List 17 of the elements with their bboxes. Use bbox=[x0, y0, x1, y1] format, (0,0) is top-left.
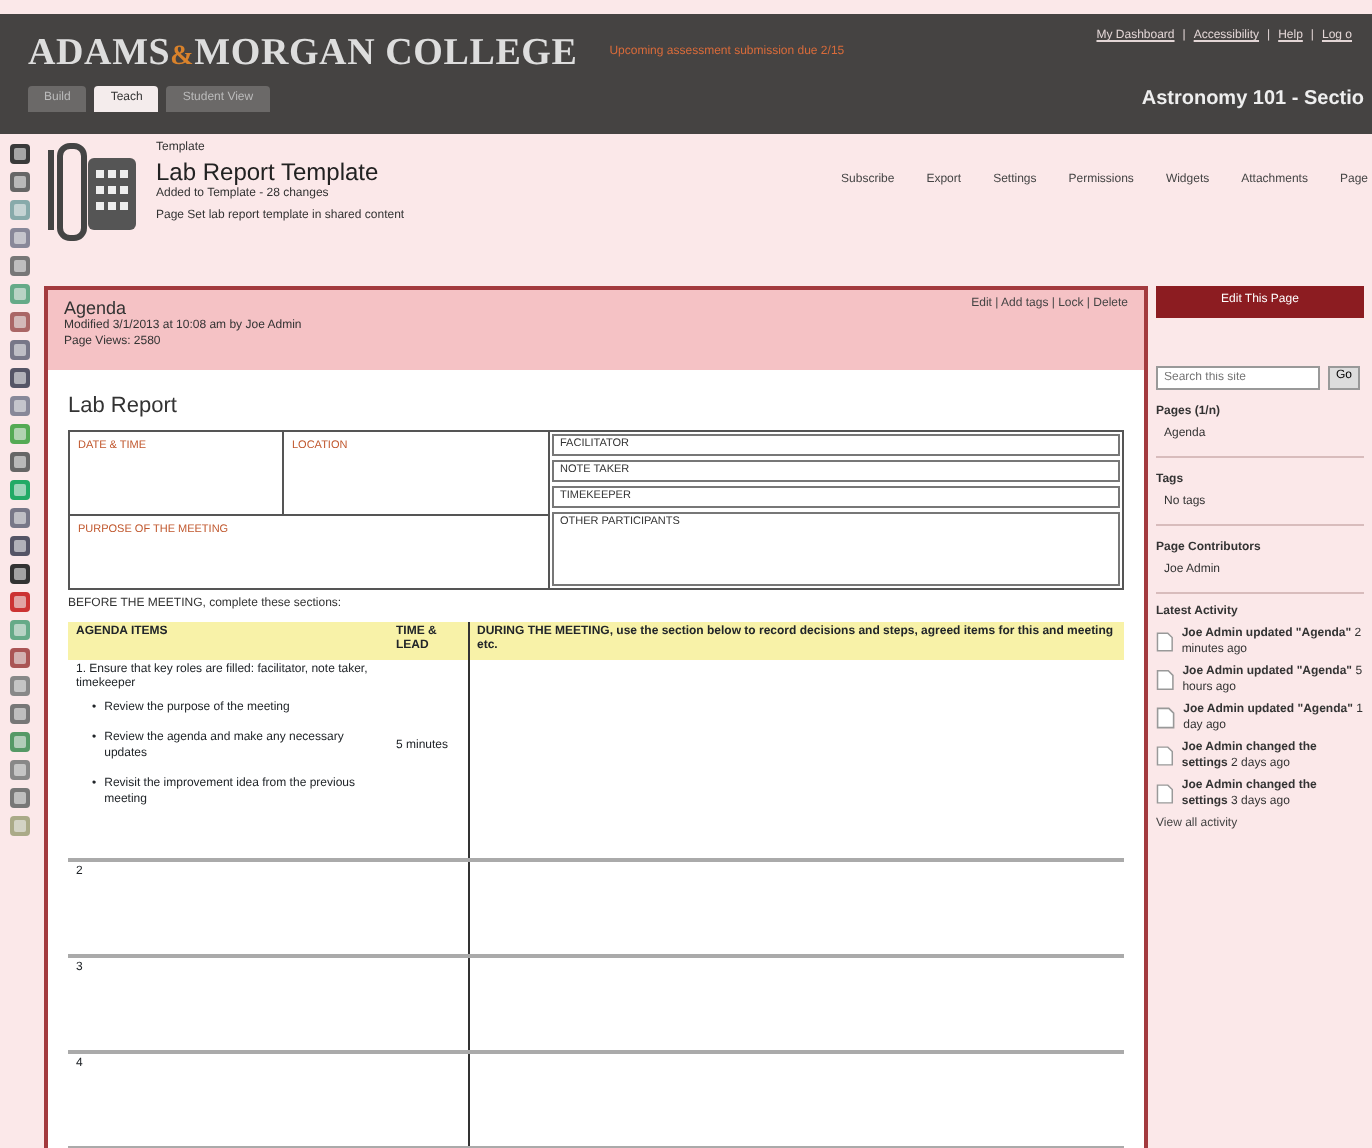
document-icon bbox=[1156, 628, 1174, 656]
toolbar-icon[interactable] bbox=[8, 142, 32, 166]
document-icon bbox=[1156, 666, 1175, 694]
document-icon bbox=[1156, 780, 1174, 808]
page-title: Lab Report Template bbox=[156, 157, 381, 187]
toolbar-icon[interactable] bbox=[8, 366, 32, 390]
toolbar-icon[interactable] bbox=[8, 450, 32, 474]
toolbar-icon[interactable] bbox=[8, 170, 32, 194]
document-icon bbox=[1156, 704, 1176, 732]
phone-icon bbox=[44, 142, 140, 242]
course-title: Astronomy 101 - Sectio bbox=[1141, 87, 1364, 113]
toolbar-icon[interactable] bbox=[8, 562, 32, 586]
college-logo: ADAMS&MORGAN COLLEGE bbox=[28, 30, 578, 78]
toolbar-icon[interactable] bbox=[8, 534, 32, 558]
panel-title: Agenda bbox=[64, 298, 129, 319]
document-title: Lab Report bbox=[68, 394, 179, 422]
document-icon bbox=[1156, 742, 1174, 770]
